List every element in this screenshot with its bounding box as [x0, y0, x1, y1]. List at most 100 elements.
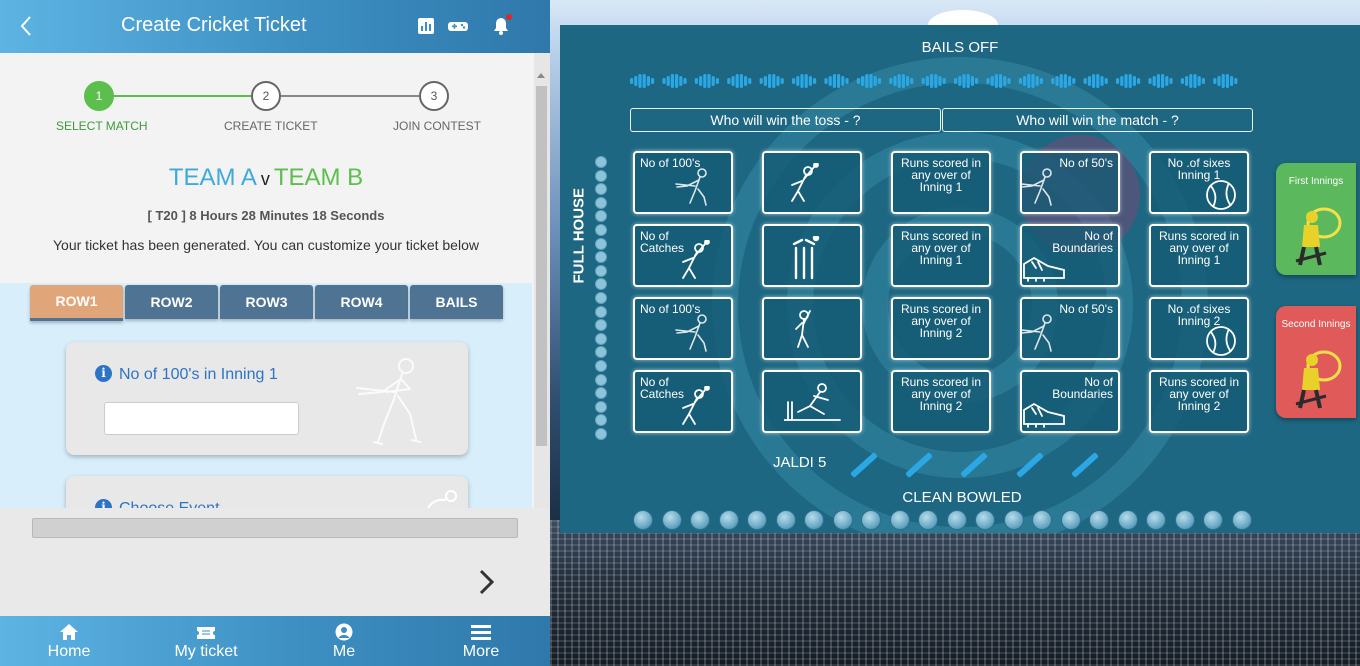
ticket-cell[interactable] [762, 370, 862, 433]
nav-me[interactable]: Me [289, 616, 399, 666]
bail-mark [1221, 74, 1225, 88]
ticket-cell[interactable]: Runs scored in any over of Inning 2 [1149, 370, 1249, 433]
second-innings-card[interactable]: Second Innings [1276, 306, 1356, 418]
clean-bowled-dot[interactable] [718, 510, 739, 530]
clean-bowled-dot[interactable] [690, 510, 710, 530]
clean-bowled-dot[interactable] [1203, 510, 1223, 530]
bail-mark [873, 76, 877, 86]
clean-bowled-dot[interactable] [1117, 510, 1138, 530]
full-house-dot[interactable] [595, 305, 607, 318]
chevron-right-icon[interactable] [474, 566, 500, 598]
full-house-dot[interactable] [595, 224, 607, 236]
clean-bowled-dot[interactable] [1032, 510, 1052, 530]
bail-mark [837, 74, 841, 88]
ticket-cell[interactable]: No .of sixes Inning 2 [1149, 297, 1249, 360]
ticket-cell[interactable]: No of 100's [633, 151, 733, 214]
ticket-cell[interactable]: No of Boundaries [1020, 224, 1120, 287]
toss-prediction-button[interactable]: Who will win the toss - ? [630, 108, 941, 132]
bail-mark [1185, 76, 1189, 86]
bail-mark [877, 78, 881, 84]
clean-bowled-dot[interactable] [1146, 510, 1166, 530]
ticket-cell[interactable]: No .of sixes Inning 1 [1149, 151, 1249, 214]
clean-bowled-dot[interactable] [804, 510, 824, 530]
clean-bowled-dot[interactable] [975, 510, 995, 530]
ticket-cell[interactable] [762, 297, 862, 360]
ticket-cell[interactable]: No of Boundaries [1020, 370, 1120, 433]
full-house-dot[interactable] [595, 264, 607, 277]
bail-mark [694, 78, 698, 84]
full-house-dot[interactable] [595, 360, 607, 372]
ticket-cell[interactable] [762, 151, 862, 214]
tab-row2[interactable]: ROW2 [125, 285, 218, 319]
tab-row3[interactable]: ROW3 [220, 285, 313, 319]
ticket-cell-label: No of Boundaries [1052, 375, 1113, 401]
clean-bowled-dot[interactable] [775, 510, 796, 530]
full-house-dot[interactable] [595, 292, 607, 304]
bail-mark [748, 78, 752, 84]
notification-bell[interactable] [490, 14, 512, 37]
clean-bowled-dot[interactable] [633, 510, 653, 530]
nav-my-ticket[interactable]: My ticket [151, 616, 261, 666]
stumps-icon [792, 236, 820, 280]
scrollbar-thumb[interactable] [536, 86, 547, 446]
full-house-dot[interactable] [595, 169, 607, 182]
full-house-dot[interactable] [595, 400, 607, 413]
ticket-cell[interactable] [762, 224, 862, 287]
clean-bowled-dot[interactable] [661, 510, 682, 530]
clean-bowled-dot[interactable] [747, 510, 767, 530]
back-icon[interactable] [14, 12, 40, 40]
bail-mark [845, 78, 849, 84]
nav-more[interactable]: More [426, 616, 536, 666]
clean-bowled-dot[interactable] [1231, 510, 1252, 530]
clean-bowled-dot[interactable] [861, 510, 881, 530]
clean-bowled-dot[interactable] [1089, 510, 1109, 530]
clean-bowled-dot[interactable] [1174, 510, 1195, 530]
vertical-scrollbar[interactable] [534, 53, 550, 508]
ticket-cell[interactable]: Runs scored in any over of Inning 1 [1149, 224, 1249, 287]
clean-bowled-dot[interactable] [918, 510, 938, 530]
ticket-cell[interactable]: No of 50's [1020, 297, 1120, 360]
clean-bowled-dot[interactable] [832, 510, 853, 530]
step-3-circle[interactable]: 3 [419, 81, 449, 111]
ticket-cell[interactable]: Runs scored in any over of Inning 2 [891, 370, 991, 433]
ticket-cell[interactable]: No of 50's [1020, 151, 1120, 214]
full-house-dot[interactable] [595, 196, 607, 209]
match-prediction-button[interactable]: Who will win the match - ? [942, 108, 1253, 132]
jaldi-5-label: JALDI 5 [773, 454, 827, 471]
ticket-cell[interactable]: Runs scored in any over of Inning 1 [891, 224, 991, 287]
full-house-dot[interactable] [595, 373, 607, 386]
clean-bowled-dot[interactable] [1003, 510, 1024, 530]
gamepad-icon[interactable] [447, 15, 469, 37]
ticket-cell[interactable]: Runs scored in any over of Inning 1 [891, 151, 991, 214]
tambola-board: BAILS OFF Who will win the toss - ? Who … [560, 25, 1360, 533]
horizontal-scrollbar[interactable] [32, 518, 518, 538]
bail-mark [1132, 76, 1136, 86]
scroll-up-arrow[interactable] [537, 73, 545, 78]
ticket-cell[interactable]: No of Catches [633, 224, 733, 287]
clean-bowled-dot[interactable] [946, 510, 967, 530]
ticket-cell[interactable]: Runs scored in any over of Inning 2 [891, 297, 991, 360]
ticket-cell[interactable]: No of 100's [633, 297, 733, 360]
tab-row4[interactable]: ROW4 [315, 285, 408, 319]
chart-icon[interactable] [415, 15, 437, 37]
full-house-dot[interactable] [595, 237, 607, 250]
ticket-editor: ROW1 ROW2 ROW3 ROW4 BAILS i No of 100's … [0, 283, 532, 546]
step-2-circle[interactable]: 2 [251, 81, 281, 111]
nav-home[interactable]: Home [14, 616, 124, 666]
tab-row1[interactable]: ROW1 [30, 285, 123, 321]
ticket-cell[interactable]: No of Catches [633, 370, 733, 433]
first-innings-label: First Innings [1288, 176, 1344, 187]
menu-icon [471, 625, 491, 640]
full-house-dot[interactable] [595, 428, 607, 440]
first-innings-card[interactable]: First Innings [1276, 163, 1356, 275]
bail-mark [1161, 74, 1165, 88]
tab-bails[interactable]: BAILS [410, 285, 503, 319]
bail-mark [962, 74, 966, 88]
clean-bowled-dot[interactable] [1060, 510, 1081, 530]
step-1-circle[interactable]: 1 [84, 81, 114, 111]
question-answer-input[interactable] [104, 402, 299, 435]
bail-mark [703, 74, 707, 88]
full-house-dot[interactable] [595, 332, 607, 345]
full-house-dot[interactable] [595, 156, 607, 168]
clean-bowled-dot[interactable] [889, 510, 910, 530]
